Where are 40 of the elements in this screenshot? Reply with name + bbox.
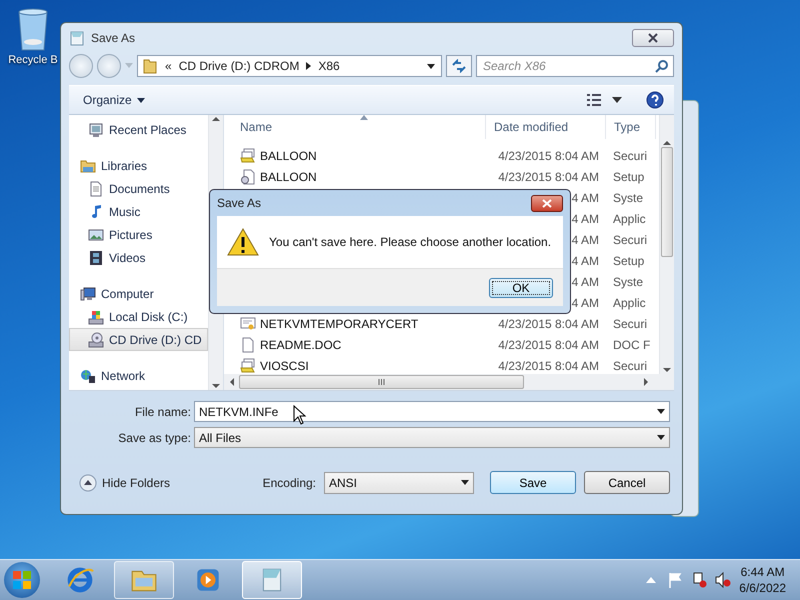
date-modified: 4/23/2015 8:04 AM (498, 316, 599, 330)
date-modified: 4 AM (572, 232, 599, 246)
nav-label: Recent Places (109, 122, 186, 136)
file-type: Securi (613, 358, 648, 372)
nav-label: Music (109, 204, 140, 218)
file-type: Securi (613, 316, 648, 330)
file-name-label: File name: (134, 404, 191, 418)
dialog-title: Save As (217, 196, 262, 210)
time-text: 6:44 AM (740, 564, 785, 580)
file-type: Syste (613, 274, 644, 288)
nav-label: Network (101, 368, 146, 382)
file-type: Securi (613, 148, 648, 162)
nav-label: Computer (101, 286, 154, 300)
dialog-message: You can't save here. Please choose another location. (269, 235, 552, 249)
date-modified: 4/23/2015 8:04 AM (498, 358, 599, 372)
date-modified: 4 AM (572, 190, 599, 204)
file-type: Applic (613, 296, 646, 310)
nav-label: Documents (109, 182, 170, 196)
date-modified: 4 AM (572, 254, 599, 268)
nav-label: Local Disk (C:) (109, 310, 188, 324)
file-type: DOC F (613, 338, 650, 352)
window-title: Save As (91, 31, 136, 45)
date-modified: 4/23/2015 8:04 AM (498, 338, 599, 352)
date-text: 6/6/2022 (739, 580, 786, 596)
nav-label: Libraries (101, 158, 148, 172)
date-modified: 4/23/2015 8:04 AM (498, 148, 599, 162)
date-modified: 4 AM (572, 274, 599, 288)
file-type: Syste (613, 190, 644, 204)
date-modified: 4/23/2015 8:04 AM (498, 170, 599, 184)
encoding-label: Encoding: (262, 476, 316, 490)
nav-label: CD Drive (D:) CD (109, 332, 202, 346)
nav-label: Pictures (109, 228, 152, 242)
file-type: Setup (613, 254, 644, 268)
file-type: Applic (613, 212, 646, 226)
date-modified: 4 AM (572, 212, 599, 226)
nav-label: Videos (109, 250, 146, 264)
file-type: Setup (613, 170, 644, 184)
file-type: Securi (613, 232, 648, 246)
save-as-type-label: Save as type: (117, 430, 191, 444)
date-modified: 4 AM (572, 296, 599, 310)
